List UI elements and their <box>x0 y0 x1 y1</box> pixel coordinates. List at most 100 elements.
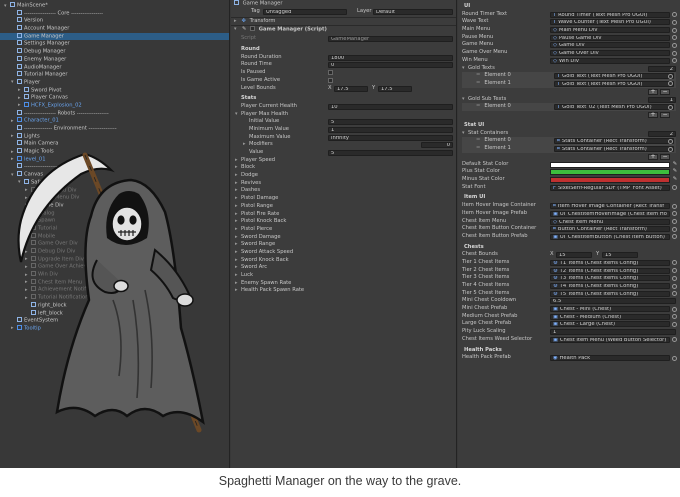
list-element-row[interactable]: = Element 0 ⌗ Stats Container (Rect Transfo… <box>462 137 676 145</box>
object-reference-field[interactable]: T Gold Text (Text Mesh Pro UGUI) <box>554 80 674 87</box>
object-picker-icon[interactable] <box>672 306 677 312</box>
value-field[interactable]: 5 <box>328 150 453 156</box>
remove-element-button[interactable]: − <box>660 153 670 160</box>
object-picker-icon[interactable] <box>672 219 677 224</box>
drag-handle-icon[interactable]: = <box>476 80 480 86</box>
hierarchy-item[interactable]: ----------------- Core ----------------- <box>0 9 229 18</box>
object-reference-field[interactable]: ◇ Game Div <box>550 42 670 49</box>
object-reference-field[interactable]: ◇ Chest Item Menu <box>550 218 670 225</box>
object-reference-field[interactable]: ⚙ T4_Items (Chest Items Config) <box>550 283 670 289</box>
object-reference-field[interactable]: F SixelSerif-Regular SDF (TMP_Font Asset) <box>550 184 670 191</box>
game-manager-component-header[interactable]: ▾ ✎ Game Manager (Script) <box>231 24 456 33</box>
vector-value-field[interactable]: 15 <box>556 252 592 259</box>
add-element-button[interactable]: + <box>648 111 658 118</box>
object-reference-field[interactable]: ⌗ Stats Container (Rect Transform) <box>554 146 674 152</box>
object-reference-field[interactable]: ▣ UI_ChestItemHoverImage (Chest Item Ho <box>550 210 670 217</box>
value-field[interactable]: 1 <box>550 329 676 336</box>
object-reference-field[interactable]: ▣ Chest - Large (Chest) <box>550 321 670 328</box>
object-reference-field[interactable]: T Gold Text (Text Mesh Pro UGUI) <box>554 73 674 80</box>
hierarchy-item[interactable]: ▸ Character_01 <box>0 117 229 125</box>
hierarchy-item[interactable]: ----------------- Robots ---------------… <box>0 109 229 118</box>
object-reference-field[interactable]: ◉ Health Pack <box>550 355 670 362</box>
object-reference-field[interactable]: ⚙ T1_Items (Chest Items Config) <box>550 259 670 266</box>
value-field[interactable]: 10 <box>328 103 453 110</box>
object-picker-icon[interactable] <box>672 58 677 64</box>
object-picker-icon[interactable] <box>672 42 677 48</box>
object-picker-icon[interactable] <box>672 19 677 25</box>
object-picker-icon[interactable] <box>672 321 677 327</box>
add-element-button[interactable]: + <box>648 88 658 95</box>
vector-value-field[interactable]: 15 <box>602 252 638 259</box>
layer-dropdown[interactable]: Default <box>373 9 453 15</box>
list-element-row[interactable]: = Element 1 T Gold Text (Text Mesh Pro UGUI… <box>462 79 676 88</box>
object-reference-field[interactable]: ◇ Pause Game Div <box>550 34 670 41</box>
object-reference-field[interactable]: T Gold Text_02 (Text Mesh Pro UGUI) <box>554 104 674 111</box>
vector-value-field[interactable]: 17.5 <box>334 85 368 92</box>
hierarchy-item[interactable]: Tutorial Manager <box>0 71 229 79</box>
list-size-field[interactable]: 1 <box>648 96 676 103</box>
remove-element-button[interactable]: − <box>660 111 670 118</box>
vector-value-field[interactable]: 17.5 <box>378 85 412 92</box>
toggle-checkbox[interactable] <box>328 77 333 83</box>
object-reference-field[interactable]: ▣ UI_ChestItemButton (Chest Item Button) <box>550 233 670 240</box>
hierarchy-item[interactable]: ▸ HCFX_Explosion_02 <box>0 101 229 110</box>
value-field[interactable]: 5 <box>328 119 453 126</box>
object-picker-icon[interactable] <box>672 12 677 18</box>
field-label[interactable]: Gold Texts <box>468 65 495 71</box>
object-picker-icon[interactable] <box>672 203 677 209</box>
drag-handle-icon[interactable]: = <box>476 72 480 78</box>
object-picker-icon[interactable] <box>672 226 677 232</box>
value-field[interactable]: 6.5 <box>550 298 676 305</box>
hierarchy-item[interactable]: ▾ Player <box>0 78 229 87</box>
color-swatch[interactable] <box>550 177 670 184</box>
color-swatch[interactable] <box>550 161 670 168</box>
drag-handle-icon[interactable]: = <box>476 137 480 143</box>
object-picker-icon[interactable] <box>672 337 677 343</box>
hierarchy-item[interactable]: ▸ Lights <box>0 132 229 141</box>
object-name[interactable]: Game Manager <box>243 1 283 7</box>
object-reference-field[interactable]: ◇ Game Over Div <box>550 50 670 57</box>
hierarchy-item[interactable]: Version <box>0 17 229 25</box>
hierarchy-item[interactable]: ▸ Sword Pivot <box>0 86 229 95</box>
object-picker-icon[interactable] <box>672 314 677 320</box>
eyedropper-icon[interactable]: ✎ <box>673 176 677 184</box>
object-reference-field[interactable]: ◇ Win Div <box>550 57 670 64</box>
hierarchy-item[interactable]: Debug Manager <box>0 48 229 56</box>
toggle-checkbox[interactable] <box>328 70 333 76</box>
list-element-row[interactable]: = Element 0 T Gold Text (Text Mesh Pro UGUI… <box>462 72 676 80</box>
list-element-row[interactable]: = Element 0 T Gold Text_02 (Text Mesh Pro U… <box>462 103 676 111</box>
script-field[interactable]: GameManager <box>328 36 453 43</box>
add-element-button[interactable]: + <box>648 153 658 160</box>
remove-element-button[interactable]: − <box>660 88 670 95</box>
hierarchy-item[interactable]: Game Manager <box>0 32 229 41</box>
field-label[interactable]: Player Max Health <box>241 111 288 117</box>
object-picker-icon[interactable] <box>672 260 677 266</box>
drag-handle-icon[interactable]: = <box>476 145 480 151</box>
list-element-row[interactable]: = Element 1 ⌗ Stats Container (Rect Transfo… <box>462 145 676 153</box>
object-picker-icon[interactable] <box>672 355 677 361</box>
list-size-field[interactable]: 2 <box>648 130 676 137</box>
hierarchy-item[interactable]: ▸ Player Canvas <box>0 94 229 102</box>
object-reference-field[interactable]: ▣ Chest - Medium (Chest) <box>550 313 670 320</box>
component-enabled-checkbox[interactable] <box>249 25 255 31</box>
object-picker-icon[interactable] <box>672 27 677 33</box>
object-picker-icon[interactable] <box>672 211 677 217</box>
list-size-field[interactable]: 2 <box>648 65 676 72</box>
value-field[interactable]: Infinity <box>328 134 453 141</box>
object-reference-field[interactable]: ⚙ T3_Items (Chest Items Config) <box>550 275 670 282</box>
object-picker-icon[interactable] <box>672 35 677 41</box>
hierarchy-item[interactable]: Main Camera <box>0 140 229 148</box>
object-picker-icon[interactable] <box>672 185 677 191</box>
eyedropper-icon[interactable]: ✎ <box>673 161 677 169</box>
value-field[interactable]: 0 <box>328 62 453 69</box>
object-picker-icon[interactable] <box>668 73 673 79</box>
object-picker-icon[interactable] <box>672 50 677 56</box>
object-reference-field[interactable]: ⚙ T5_Items (Chest Items Config) <box>550 290 670 297</box>
field-label[interactable]: Modifiers <box>249 141 273 147</box>
hierarchy-item[interactable]: Settings Manager <box>0 40 229 48</box>
value-field[interactable]: 1 <box>328 126 453 133</box>
object-picker-icon[interactable] <box>672 283 677 289</box>
object-reference-field[interactable]: ⚙ T2_Items (Chest Items Config) <box>550 267 670 274</box>
drag-handle-icon[interactable]: = <box>476 103 480 109</box>
eyedropper-icon[interactable]: ✎ <box>673 168 677 176</box>
